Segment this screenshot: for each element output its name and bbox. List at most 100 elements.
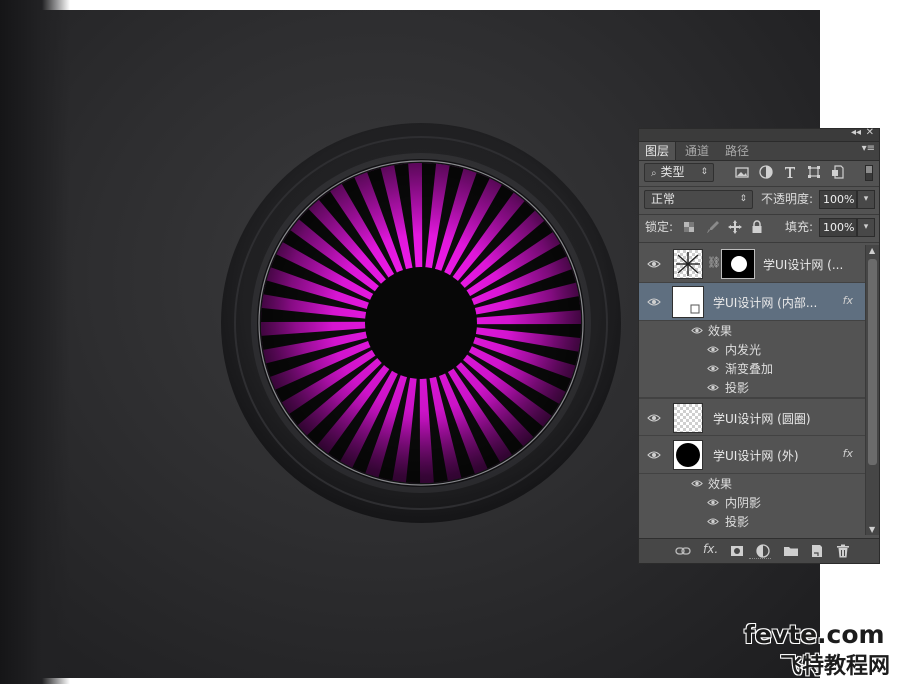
eye-icon[interactable] <box>707 345 719 354</box>
effect-item[interactable]: 内阴影 <box>639 493 865 512</box>
watermark-logo: fevte.com 飞特教程网 <box>740 620 906 684</box>
layer-row[interactable]: ⛓ 学UI设计网 (... <box>639 245 865 283</box>
eye-icon[interactable] <box>707 498 719 507</box>
panel-tabs: 图层 通道 路径 ▾≡ <box>639 142 879 161</box>
pupil <box>365 267 477 379</box>
search-icon: ⌕ <box>651 168 657 179</box>
layer-thumbnail-art <box>676 252 700 276</box>
blend-row: 正常 ⇕ 不透明度: 100% ▾ <box>639 190 879 212</box>
layers-scrollbar[interactable]: ▲ ▼ <box>865 245 879 535</box>
layer-thumbnail[interactable] <box>673 440 703 470</box>
scroll-down-icon[interactable]: ▼ <box>869 525 875 534</box>
effect-name: 内阴影 <box>725 496 762 510</box>
layer-name[interactable]: 学UI设计网 (内部... <box>713 294 817 311</box>
adjustment-filter-icon[interactable] <box>758 164 774 180</box>
effect-name: 投影 <box>725 515 750 529</box>
effect-name: 内发光 <box>725 343 762 357</box>
lock-all-icon[interactable] <box>749 219 765 235</box>
eye-icon[interactable] <box>647 413 661 423</box>
separator <box>639 186 879 187</box>
type-filter-icon[interactable] <box>782 164 798 180</box>
eye-icon[interactable] <box>647 297 661 307</box>
panel-titlebar: ◂◂ ✕ <box>639 127 879 142</box>
smart-object-filter-icon[interactable] <box>830 164 846 180</box>
shape-filter-icon[interactable] <box>806 164 822 180</box>
trash-icon[interactable] <box>835 543 851 559</box>
layer-thumbnail[interactable] <box>673 249 703 279</box>
filter-kind-select[interactable]: ⌕ 类型 ⇕ <box>644 163 714 182</box>
eye-icon[interactable] <box>707 383 719 392</box>
adjustment-layer-icon[interactable] <box>755 543 771 559</box>
watermark-name: 飞特教程网 <box>780 654 891 679</box>
separator <box>639 214 879 215</box>
panel-menu-icon[interactable]: ▾≡ <box>862 143 875 154</box>
layer-thumbnail-art <box>690 304 700 314</box>
tab-paths[interactable]: 路径 <box>719 142 755 160</box>
lock-transparent-icon[interactable] <box>681 219 697 235</box>
resize-grip[interactable] <box>749 558 771 561</box>
layer-thumbnail[interactable] <box>672 286 704 318</box>
effect-item[interactable]: 内发光 <box>639 340 865 359</box>
watermark-url: fevte.com <box>744 620 885 649</box>
scroll-up-icon[interactable]: ▲ <box>869 246 875 255</box>
opacity-input[interactable]: 100% <box>819 190 857 209</box>
layer-fx-icon[interactable]: fx <box>843 294 853 307</box>
effect-item[interactable]: 渐变叠加 <box>639 359 865 378</box>
fill-input[interactable]: 100% <box>819 218 857 237</box>
eye-icon[interactable] <box>691 479 703 488</box>
effect-name: 投影 <box>725 381 750 395</box>
new-group-icon[interactable] <box>783 543 799 559</box>
effects-row[interactable]: 效果 <box>639 321 865 340</box>
eye-icon[interactable] <box>691 326 703 335</box>
scrollbar-thumb[interactable] <box>868 259 877 465</box>
lock-image-icon[interactable] <box>705 219 721 235</box>
eye-icon[interactable] <box>647 450 661 460</box>
fill-label: 填充: <box>785 220 814 234</box>
lock-row: 锁定: 填充: 100% ▾ <box>639 218 879 240</box>
lock-position-icon[interactable] <box>727 219 743 235</box>
layers-panel: ◂◂ ✕ 图层 通道 路径 ▾≡ ⌕ 类型 ⇕ 正常 ⇕ 不透明度: 100% … <box>638 127 880 564</box>
layer-row[interactable]: 学UI设计网 (外) fx <box>639 436 865 474</box>
layer-mask-thumbnail[interactable] <box>721 249 755 279</box>
add-layer-style-icon[interactable]: fx. <box>703 542 718 556</box>
updown-icon: ⇕ <box>700 167 708 177</box>
opacity-dropdown[interactable]: ▾ <box>857 190 875 209</box>
effects-label: 效果 <box>708 477 733 491</box>
layers-list: ⛓ 学UI设计网 (... 学UI设计网 (内部... fx 效果 内发光 渐变… <box>639 245 865 535</box>
layer-thumbnail[interactable] <box>673 403 703 433</box>
chain-link-icon[interactable]: ⛓ <box>707 256 721 269</box>
fill-dropdown[interactable]: ▾ <box>857 218 875 237</box>
eye-icon[interactable] <box>707 364 719 373</box>
updown-icon: ⇕ <box>739 194 747 204</box>
filter-toggle[interactable] <box>865 165 873 181</box>
close-icon[interactable]: ✕ <box>866 127 874 138</box>
blend-mode-label: 正常 <box>651 192 676 206</box>
panel-bottom-toolbar: fx. <box>639 538 879 563</box>
opacity-label: 不透明度: <box>761 192 814 206</box>
link-layers-icon[interactable] <box>675 543 691 559</box>
effect-item[interactable]: 投影 <box>639 512 865 531</box>
effects-label: 效果 <box>708 324 733 338</box>
add-mask-icon[interactable] <box>729 543 745 559</box>
layer-name[interactable]: 学UI设计网 (外) <box>713 447 799 464</box>
lock-label: 锁定: <box>645 220 674 234</box>
separator <box>639 242 879 243</box>
layer-name[interactable]: 学UI设计网 (圆圈) <box>713 410 811 427</box>
effects-row[interactable]: 效果 <box>639 474 865 493</box>
layer-row[interactable]: 学UI设计网 (圆圈) <box>639 398 865 436</box>
tab-channels[interactable]: 通道 <box>679 142 715 160</box>
effect-name: 渐变叠加 <box>725 362 774 376</box>
collapse-icon[interactable]: ◂◂ <box>851 127 861 138</box>
filter-kind-label: 类型 <box>660 165 685 179</box>
effect-item[interactable]: 投影 <box>639 378 865 398</box>
tab-layers[interactable]: 图层 <box>639 142 677 160</box>
blend-mode-select[interactable]: 正常 ⇕ <box>644 190 753 209</box>
pixel-filter-icon[interactable] <box>734 164 750 180</box>
layer-name[interactable]: 学UI设计网 (... <box>763 256 843 273</box>
layer-fx-icon[interactable]: fx <box>843 447 853 460</box>
filter-row: ⌕ 类型 ⇕ <box>639 163 879 185</box>
eye-icon[interactable] <box>707 517 719 526</box>
new-layer-icon[interactable] <box>809 543 825 559</box>
eye-icon[interactable] <box>647 259 661 269</box>
layer-row-selected[interactable]: 学UI设计网 (内部... fx <box>639 283 865 321</box>
